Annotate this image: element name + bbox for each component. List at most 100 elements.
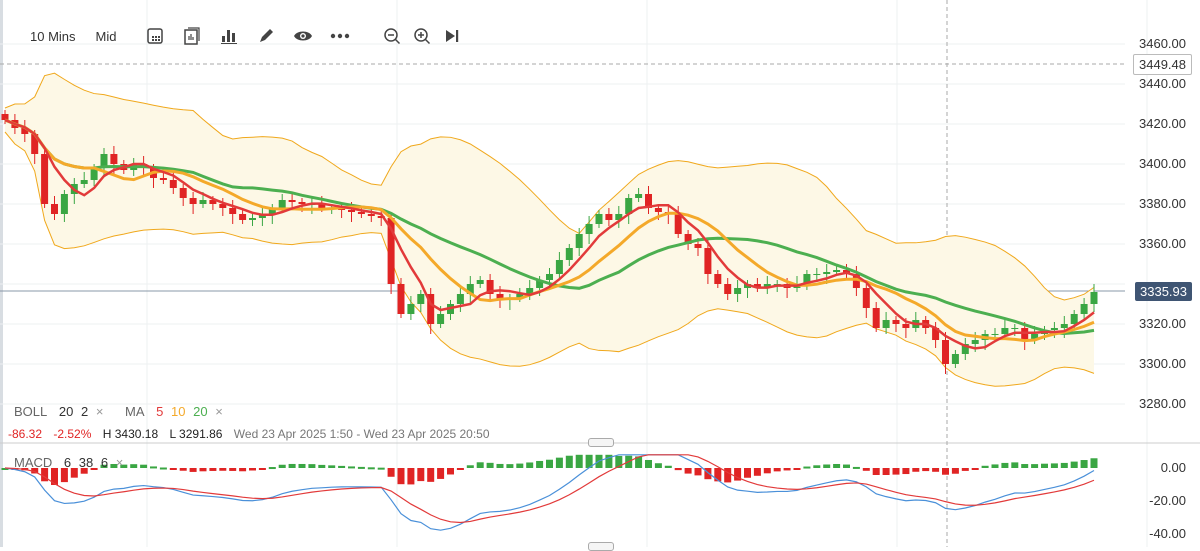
- macd-histogram-bar: [229, 468, 237, 471]
- macd-histogram-bar: [704, 468, 712, 480]
- macd-histogram-bar: [298, 463, 306, 468]
- macd-histogram-bar: [1080, 460, 1088, 468]
- macd-histogram-bar: [506, 464, 514, 468]
- candle-body: [159, 178, 167, 180]
- jump-to-latest-icon[interactable]: [441, 25, 463, 47]
- candle-body: [278, 200, 286, 208]
- calendar-icon[interactable]: [144, 25, 166, 47]
- boll-remove-icon[interactable]: ×: [96, 404, 104, 419]
- draw-icon[interactable]: [255, 25, 277, 47]
- macd-histogram-bar: [417, 468, 425, 482]
- candle-body: [823, 272, 831, 274]
- price-type-selector[interactable]: Mid: [96, 29, 117, 44]
- macd-histogram-bar: [565, 455, 573, 468]
- macd-legend: MACD 6 38 6 ×: [14, 455, 127, 470]
- candle-body: [1050, 328, 1058, 330]
- candle-body: [991, 334, 999, 335]
- candle-body: [575, 234, 583, 248]
- zoom-in-icon[interactable]: [411, 25, 433, 47]
- boll-label[interactable]: BOLL: [14, 404, 47, 419]
- macd-histogram-bar: [516, 463, 524, 468]
- macd-histogram-bar: [892, 468, 900, 475]
- macd-label[interactable]: MACD: [14, 455, 52, 470]
- macd-histogram-bar: [763, 468, 771, 474]
- candle-body: [199, 200, 207, 204]
- price-tick: 3400.00: [1139, 156, 1186, 171]
- macd-histogram-bar: [803, 466, 811, 469]
- interval-selector[interactable]: 10 Mins: [30, 29, 76, 44]
- price-chart[interactable]: [0, 0, 1200, 547]
- macd-histogram-bar: [813, 465, 821, 468]
- macd-remove-icon[interactable]: ×: [116, 455, 124, 470]
- candle-body: [654, 208, 662, 212]
- candle-body: [833, 270, 841, 272]
- pane-resize-handle[interactable]: [588, 438, 614, 447]
- macd-histogram-bar: [367, 467, 375, 470]
- macd-histogram-bar: [437, 468, 445, 479]
- macd-histogram-bar: [1001, 462, 1009, 468]
- chart-type-icon[interactable]: [181, 25, 203, 47]
- ma-label[interactable]: MA: [125, 404, 145, 419]
- candle-body: [229, 208, 237, 214]
- zoom-out-icon[interactable]: [381, 25, 403, 47]
- macd-histogram-bar: [219, 468, 227, 471]
- candle-body: [1, 114, 9, 120]
- candle-body: [635, 194, 643, 198]
- candle-body: [239, 214, 247, 220]
- candle-body: [169, 180, 177, 188]
- macd-histogram-bar: [258, 468, 266, 470]
- macd-histogram-bar: [328, 465, 336, 468]
- macd-tick: -20.00: [1149, 493, 1186, 508]
- candle-body: [1011, 328, 1019, 329]
- macd-histogram-bar: [427, 468, 435, 482]
- indicators-icon[interactable]: [218, 25, 240, 47]
- candle-body: [892, 320, 900, 324]
- candle-body: [357, 212, 365, 214]
- macd-histogram-bar: [1060, 462, 1068, 468]
- price-tick: 3380.00: [1139, 196, 1186, 211]
- candle-body: [456, 294, 464, 304]
- more-icon[interactable]: [329, 25, 351, 47]
- macd-histogram-bar: [753, 468, 761, 476]
- macd-histogram-bar: [407, 468, 415, 485]
- session-low: L 3291.86: [169, 427, 223, 441]
- macd-histogram-bar: [476, 462, 484, 468]
- macd-histogram-bar: [981, 465, 989, 468]
- macd-histogram-bar: [991, 464, 999, 468]
- price-tick: 3360.00: [1139, 236, 1186, 251]
- macd-histogram-bar: [199, 468, 207, 472]
- macd-histogram-bar: [486, 462, 494, 468]
- macd-histogram-bar: [447, 468, 454, 475]
- macd-histogram-bar: [239, 468, 247, 472]
- macd-histogram-bar: [942, 468, 949, 475]
- candle-body: [704, 248, 712, 274]
- ma5-period: 5: [156, 404, 164, 419]
- candle-body: [298, 202, 306, 204]
- candle-body: [417, 294, 425, 304]
- macd-histogram-bar: [150, 466, 157, 469]
- macd-histogram-bar: [793, 468, 801, 470]
- candle-body: [605, 214, 613, 220]
- candle-body: [813, 274, 821, 275]
- toolbar: 10 Mins Mid: [30, 24, 478, 48]
- boll-period: 20: [58, 404, 74, 419]
- ma-remove-icon[interactable]: ×: [215, 404, 223, 419]
- macd-histogram-bar: [932, 468, 940, 472]
- macd-histogram-bar: [684, 468, 692, 474]
- candle-body: [694, 244, 702, 248]
- candle-body: [476, 280, 484, 284]
- macd-slow: 38: [78, 455, 94, 470]
- high-price-marker: 3449.48: [1133, 54, 1192, 75]
- candle-body: [367, 214, 375, 216]
- macd-histogram-bar: [496, 463, 504, 468]
- macd-histogram-bar: [912, 468, 920, 472]
- macd-histogram-bar: [773, 468, 781, 472]
- macd-histogram-bar: [664, 465, 672, 468]
- candle-body: [971, 340, 979, 344]
- candle-body: [942, 340, 949, 364]
- macd-histogram-bar: [278, 464, 286, 468]
- visibility-icon[interactable]: [292, 25, 314, 47]
- macd-histogram-bar: [951, 468, 959, 474]
- macd-histogram-bar: [526, 462, 534, 468]
- last-price-tag: 3335.93: [1135, 282, 1192, 301]
